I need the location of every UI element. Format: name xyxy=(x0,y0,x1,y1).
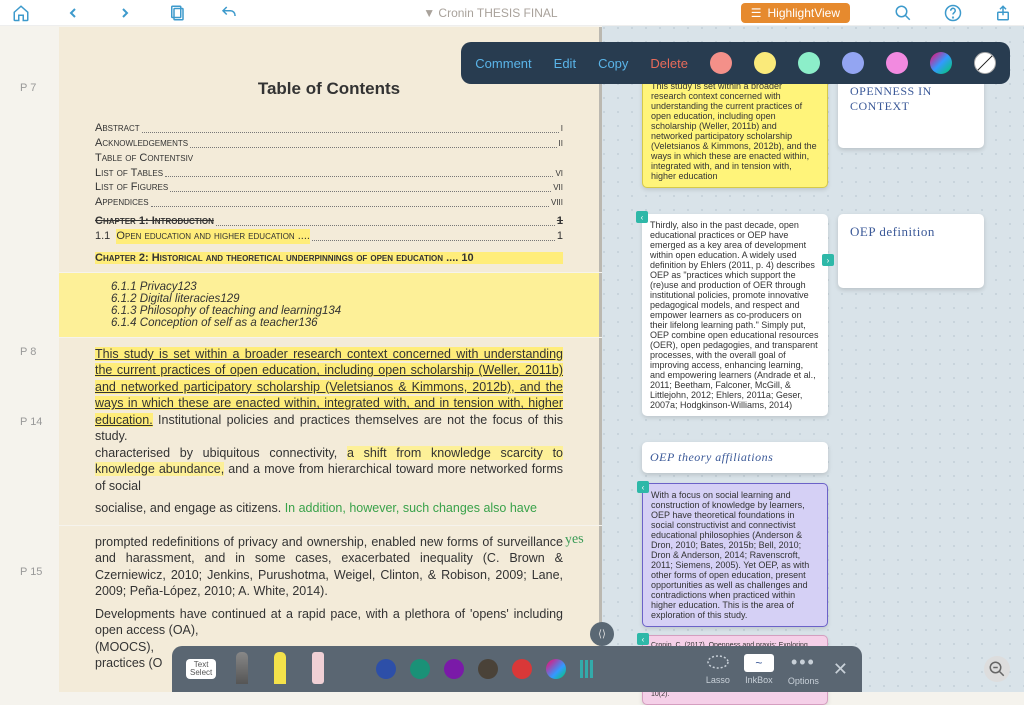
color-blue[interactable] xyxy=(842,52,864,74)
left-gutter xyxy=(0,26,17,692)
brush-size-tool[interactable] xyxy=(580,660,596,678)
tag-icon: ‹ xyxy=(637,481,649,493)
delete-action[interactable]: Delete xyxy=(650,56,688,71)
page-label-15: P 15 xyxy=(20,566,42,578)
annotation-note[interactable]: ‹With a focus on social learning and con… xyxy=(642,483,828,627)
toc-row: Acknowledgementsii xyxy=(95,136,563,151)
tag-icon: › xyxy=(822,254,834,266)
text-select-tool[interactable]: Text Select xyxy=(186,659,216,679)
page-14: This study is set within a broader resea… xyxy=(59,338,602,525)
brush-color-purple[interactable] xyxy=(444,659,464,679)
eraser-tool[interactable] xyxy=(306,652,330,686)
toc-sub-row: 6.1.1 Privacy123 xyxy=(95,281,563,293)
handwritten-note[interactable]: OEP definition xyxy=(838,214,984,288)
brush-color-brown[interactable] xyxy=(478,659,498,679)
document-title[interactable]: ▼ Cronin THESIS FINAL xyxy=(423,6,557,20)
zoom-out-icon[interactable] xyxy=(984,656,1010,682)
tag-icon: ‹ xyxy=(636,211,648,223)
toc-row: List of Figuresvii xyxy=(95,180,563,195)
page-label-8: P 8 xyxy=(20,346,36,358)
lasso-tool[interactable]: Lasso xyxy=(706,654,730,685)
annotation-note[interactable]: ‹This study is set within a broader rese… xyxy=(642,74,828,188)
toc-row: Appendicesviii xyxy=(95,195,563,210)
edit-action[interactable]: Edit xyxy=(554,56,576,71)
color-yellow[interactable] xyxy=(754,52,776,74)
color-teal[interactable] xyxy=(798,52,820,74)
handwritten-note[interactable]: Openness in context xyxy=(838,74,984,148)
annotation-note[interactable]: ‹›Thirdly, also in the past decade, open… xyxy=(642,214,828,416)
help-icon[interactable] xyxy=(942,2,964,24)
toc-chapter2: Chapter 2: Historical and theoretical un… xyxy=(95,252,563,264)
color-pink[interactable] xyxy=(886,52,908,74)
forward-icon[interactable] xyxy=(114,2,136,24)
resize-handle[interactable]: ⟨⟩ xyxy=(590,622,614,646)
comment-action[interactable]: Comment xyxy=(475,56,531,71)
brush-color-red[interactable] xyxy=(512,659,532,679)
bottom-toolbar: Text Select Lasso ~InkBox •••Options ✕ xyxy=(172,646,862,692)
toc-row: List of Tablesvi xyxy=(95,166,563,181)
top-toolbar: ▼ Cronin THESIS FINAL ☰ HighlightView xyxy=(0,0,1024,26)
highlight-passage[interactable]: In addition, however, such changes also … xyxy=(285,501,537,515)
toc-row: Abstracti xyxy=(95,121,563,136)
ink-annotation-yes: yes xyxy=(565,531,585,548)
brush-color-blue[interactable] xyxy=(376,659,396,679)
toc-sub-row: 6.1.2 Digital literacies129 xyxy=(95,293,563,305)
toc-sub-row: 6.1.4 Conception of self as a teacher136 xyxy=(95,317,563,329)
close-toolbar-icon[interactable]: ✕ xyxy=(833,659,848,680)
color-none[interactable] xyxy=(969,47,1000,78)
highlighter-tool[interactable] xyxy=(268,652,292,686)
share-icon[interactable] xyxy=(992,2,1014,24)
handwritten-note[interactable]: OEP theory affiliations xyxy=(642,442,828,473)
page-label-14: P 14 xyxy=(20,416,42,428)
home-icon[interactable] xyxy=(10,2,32,24)
undo-icon[interactable] xyxy=(218,2,240,24)
color-rainbow[interactable] xyxy=(930,52,952,74)
pages-icon[interactable] xyxy=(166,2,188,24)
copy-action[interactable]: Copy xyxy=(598,56,628,71)
annotation-toolbar: Comment Edit Copy Delete xyxy=(461,42,1010,84)
page-label-7: P 7 xyxy=(20,82,36,94)
inkbox-tool[interactable]: ~InkBox xyxy=(744,654,774,685)
toc-row: Table of Contentsiv xyxy=(95,151,563,166)
annotation-sidebar: ⟨⟩ ‹This study is set within a broader r… xyxy=(602,26,1024,692)
list-icon: ☰ xyxy=(751,6,762,20)
page-8: 6.1.1 Privacy123 6.1.2 Digital literacie… xyxy=(59,273,602,337)
toc-sub-row: 6.1.3 Philosophy of teaching and learnin… xyxy=(95,305,563,317)
color-red[interactable] xyxy=(710,52,732,74)
highlight-view-button[interactable]: ☰ HighlightView xyxy=(741,3,850,23)
brush-color-rainbow[interactable] xyxy=(546,659,566,679)
brush-color-teal[interactable] xyxy=(410,659,430,679)
back-icon[interactable] xyxy=(62,2,84,24)
search-icon[interactable] xyxy=(892,2,914,24)
options-tool[interactable]: •••Options xyxy=(788,652,819,686)
tag-icon: ‹ xyxy=(637,633,649,645)
pencil-tool[interactable] xyxy=(230,652,254,686)
